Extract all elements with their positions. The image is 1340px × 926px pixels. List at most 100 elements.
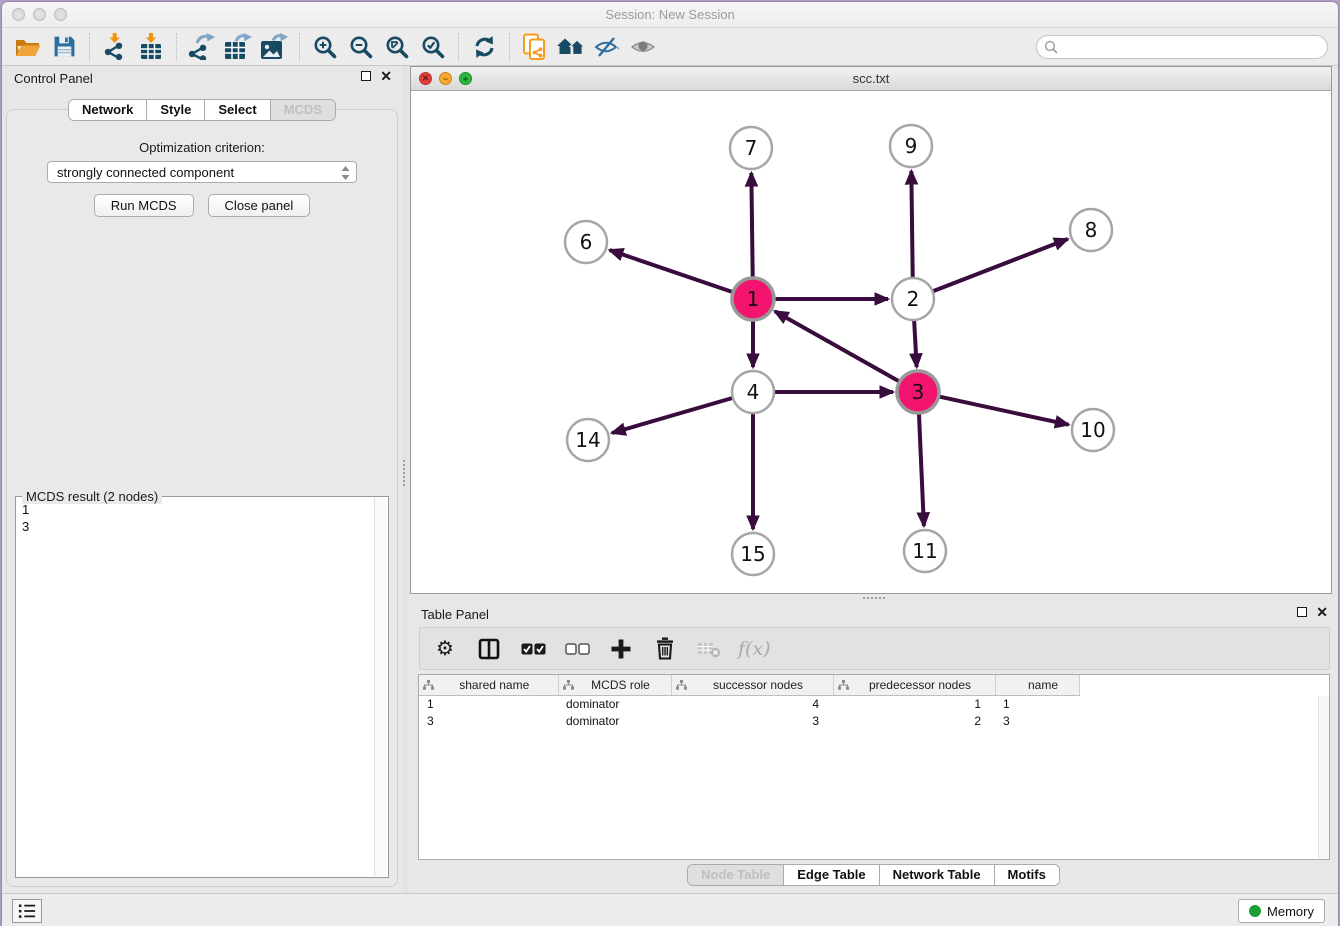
edge-2-8[interactable] — [933, 239, 1068, 291]
edge-2-9[interactable] — [911, 171, 912, 278]
cell-predecessor-nodes[interactable]: 1 — [833, 695, 995, 712]
refresh-icon[interactable] — [466, 31, 502, 63]
float-table-panel-icon[interactable] — [1297, 607, 1307, 617]
search-input[interactable] — [1036, 35, 1328, 59]
edge-3-1[interactable] — [775, 311, 900, 381]
graph-node-3[interactable]: 3 — [897, 371, 939, 413]
home-view-icon[interactable] — [553, 31, 589, 63]
mcds-result-scrollbar[interactable] — [374, 498, 387, 876]
column-header-name[interactable]: name — [995, 675, 1079, 695]
network-view-window: ✕ − + scc.txt 1 2 3 4 6 7 8 9 10 11 14 15 — [410, 66, 1332, 594]
zoom-selected-icon[interactable] — [415, 31, 451, 63]
function-builder-icon[interactable]: f(x) — [738, 632, 771, 666]
hide-selected-icon[interactable] — [589, 31, 625, 63]
status-bar: Memory — [2, 893, 1338, 926]
cell-mcds-role[interactable]: dominator — [558, 695, 671, 712]
network-window-titlebar: ✕ − + scc.txt — [411, 67, 1331, 91]
show-all-icon[interactable] — [625, 31, 661, 63]
cell-predecessor-nodes[interactable]: 2 — [833, 712, 995, 729]
close-panel-icon[interactable]: ✕ — [380, 71, 392, 81]
select-stepper-icon — [340, 165, 351, 184]
save-session-icon[interactable] — [46, 31, 82, 63]
column-header-mcds-role[interactable]: MCDS role — [558, 675, 671, 695]
edge-3-11[interactable] — [919, 413, 924, 526]
svg-text:1: 1 — [747, 287, 760, 311]
cell-name[interactable]: 3 — [995, 712, 1079, 729]
graph-node-2[interactable]: 2 — [892, 278, 934, 320]
cell-successor-nodes[interactable]: 3 — [671, 712, 833, 729]
graph-node-9[interactable]: 9 — [890, 125, 932, 167]
edge-4-14[interactable] — [612, 398, 733, 433]
graph-node-1[interactable]: 1 — [732, 278, 774, 320]
table-tabs: Node TableEdge TableNetwork TableMotifs — [409, 864, 1338, 886]
vertical-splitter[interactable] — [402, 66, 409, 893]
tab-network[interactable]: Network — [69, 100, 146, 120]
import-network-icon[interactable] — [97, 31, 133, 63]
table-toolbar: ⚙ — [419, 627, 1330, 670]
zoom-fit-icon[interactable] — [379, 31, 415, 63]
export-table-icon[interactable] — [220, 31, 256, 63]
tab-select[interactable]: Select — [204, 100, 269, 120]
cell-shared-name[interactable]: 3 — [419, 712, 558, 729]
main-toolbar — [2, 28, 1338, 66]
svg-text:3: 3 — [912, 380, 925, 404]
table-tab-edge-table[interactable]: Edge Table — [783, 865, 878, 885]
network-canvas[interactable]: 1 2 3 4 6 7 8 9 10 11 14 15 — [411, 91, 1331, 593]
delete-row-icon[interactable] — [650, 632, 680, 666]
cell-successor-nodes[interactable]: 4 — [671, 695, 833, 712]
svg-text:2: 2 — [907, 287, 920, 311]
tab-mcds[interactable]: MCDS — [270, 100, 335, 120]
table-tab-motifs[interactable]: Motifs — [994, 865, 1059, 885]
run-mcds-button[interactable]: Run MCDS — [94, 194, 194, 217]
graph-node-4[interactable]: 4 — [732, 371, 774, 413]
table-row[interactable]: 1dominator411 — [419, 695, 1079, 712]
column-header-shared-name[interactable]: shared name — [419, 675, 558, 695]
network-file-icon[interactable] — [517, 31, 553, 63]
edge-3-10[interactable] — [939, 396, 1069, 424]
zoom-out-icon[interactable] — [343, 31, 379, 63]
edge-2-3[interactable] — [914, 320, 917, 367]
table-scrollbar[interactable] — [1318, 696, 1329, 859]
table-settings-icon[interactable]: ⚙ — [430, 632, 460, 666]
table-tab-network-table[interactable]: Network Table — [879, 865, 994, 885]
deselect-checkboxes-icon[interactable] — [562, 632, 592, 666]
horizontal-splitter[interactable] — [409, 594, 1338, 602]
graph-node-14[interactable]: 14 — [567, 419, 609, 461]
zoom-in-icon[interactable] — [307, 31, 343, 63]
table-row[interactable]: 3dominator323 — [419, 712, 1079, 729]
cell-mcds-role[interactable]: dominator — [558, 712, 671, 729]
column-header-successor-nodes[interactable]: successor nodes — [671, 675, 833, 695]
cell-name[interactable]: 1 — [995, 695, 1079, 712]
float-panel-icon[interactable] — [361, 71, 371, 81]
graph-node-8[interactable]: 8 — [1070, 209, 1112, 251]
import-table-icon[interactable] — [133, 31, 169, 63]
mcds-result-text[interactable]: 1 3 — [22, 501, 372, 873]
show-column-icon[interactable] — [474, 632, 504, 666]
export-network-icon[interactable] — [184, 31, 220, 63]
mcds-result-box: MCDS result (2 nodes) 1 3 — [15, 496, 389, 878]
delete-table-icon[interactable] — [694, 632, 724, 666]
task-history-icon[interactable] — [12, 899, 42, 923]
select-all-checkboxes-icon[interactable] — [518, 632, 548, 666]
edge-1-6[interactable] — [610, 250, 733, 292]
add-row-icon[interactable] — [606, 632, 636, 666]
graph-node-11[interactable]: 11 — [904, 530, 946, 572]
export-image-icon[interactable] — [256, 31, 292, 63]
column-header-predecessor-nodes[interactable]: predecessor nodes — [833, 675, 995, 695]
edge-1-7[interactable] — [751, 173, 752, 278]
graph-node-6[interactable]: 6 — [565, 221, 607, 263]
table-tab-node-table[interactable]: Node Table — [688, 865, 783, 885]
close-panel-button[interactable]: Close panel — [208, 194, 311, 217]
graph-node-10[interactable]: 10 — [1072, 409, 1114, 451]
window-title: Session: New Session — [2, 7, 1338, 22]
memory-button[interactable]: Memory — [1238, 899, 1325, 923]
cell-shared-name[interactable]: 1 — [419, 695, 558, 712]
criterion-select[interactable]: strongly connected component — [47, 161, 357, 183]
open-session-icon[interactable] — [10, 31, 46, 63]
graph-node-15[interactable]: 15 — [732, 533, 774, 575]
tab-style[interactable]: Style — [146, 100, 204, 120]
close-table-panel-icon[interactable]: ✕ — [1316, 607, 1328, 617]
svg-text:4: 4 — [747, 380, 760, 404]
graph-node-7[interactable]: 7 — [730, 127, 772, 169]
search-icon — [1044, 40, 1058, 59]
